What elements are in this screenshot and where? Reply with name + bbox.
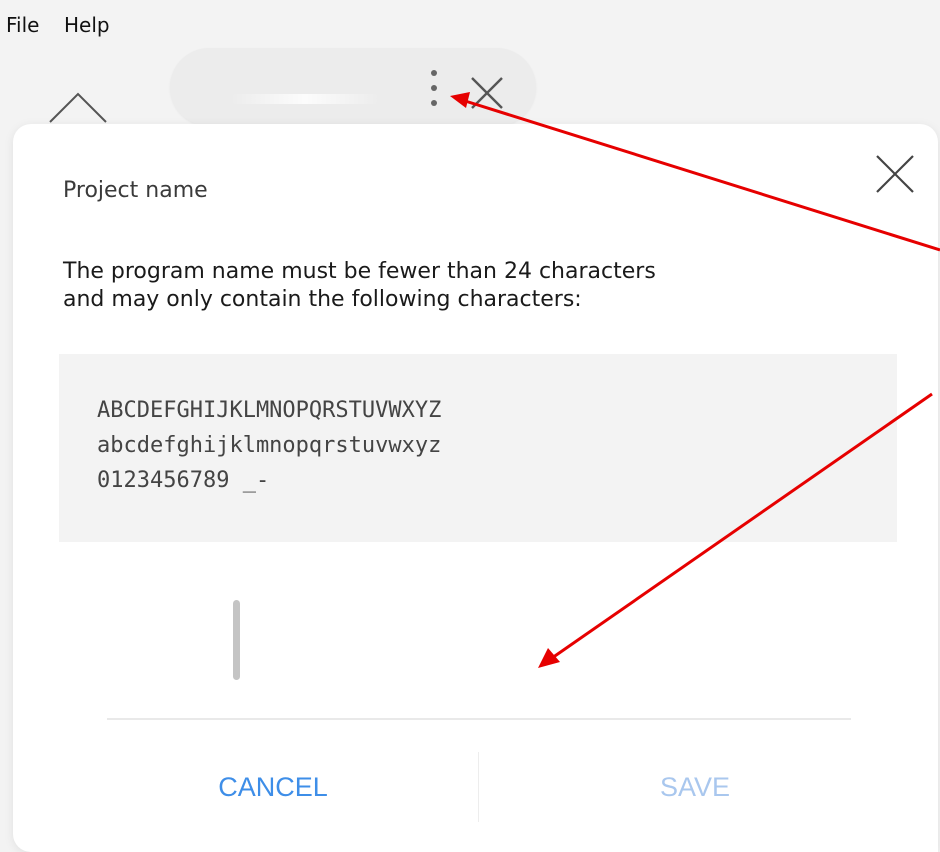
more-vertical-icon[interactable]: [426, 66, 442, 110]
close-icon[interactable]: [873, 152, 917, 196]
menu-help[interactable]: Help: [64, 13, 110, 37]
cancel-button[interactable]: CANCEL: [163, 762, 383, 812]
project-name-dialog: Project name The program name must be fe…: [13, 124, 938, 852]
button-divider: [478, 752, 479, 822]
save-button[interactable]: SAVE: [585, 762, 805, 812]
menu-bar: File Help: [0, 0, 940, 42]
text-cursor: [233, 600, 240, 680]
allowed-characters-box: ABCDEFGHIJKLMNOPQRSTUVWXYZ abcdefghijklm…: [59, 354, 897, 542]
description-line: and may only contain the following chara…: [63, 287, 582, 312]
project-tab[interactable]: [170, 48, 536, 126]
close-icon[interactable]: [468, 74, 506, 112]
allowed-uppercase: ABCDEFGHIJKLMNOPQRSTUVWXYZ: [97, 398, 442, 423]
dialog-description: The program name must be fewer than 24 c…: [63, 258, 863, 314]
description-line: The program name must be fewer than 24 c…: [63, 259, 656, 284]
divider: [107, 718, 851, 720]
tab-name-placeholder: [230, 94, 380, 104]
input-caret-holder: [107, 594, 849, 686]
dialog-title: Project name: [63, 178, 208, 203]
chevron-up-icon[interactable]: [46, 86, 110, 126]
menu-file[interactable]: File: [6, 13, 39, 37]
allowed-digits-symbols: 0123456789 _-: [97, 468, 270, 493]
allowed-lowercase: abcdefghijklmnopqrstuvwxyz: [97, 433, 442, 458]
